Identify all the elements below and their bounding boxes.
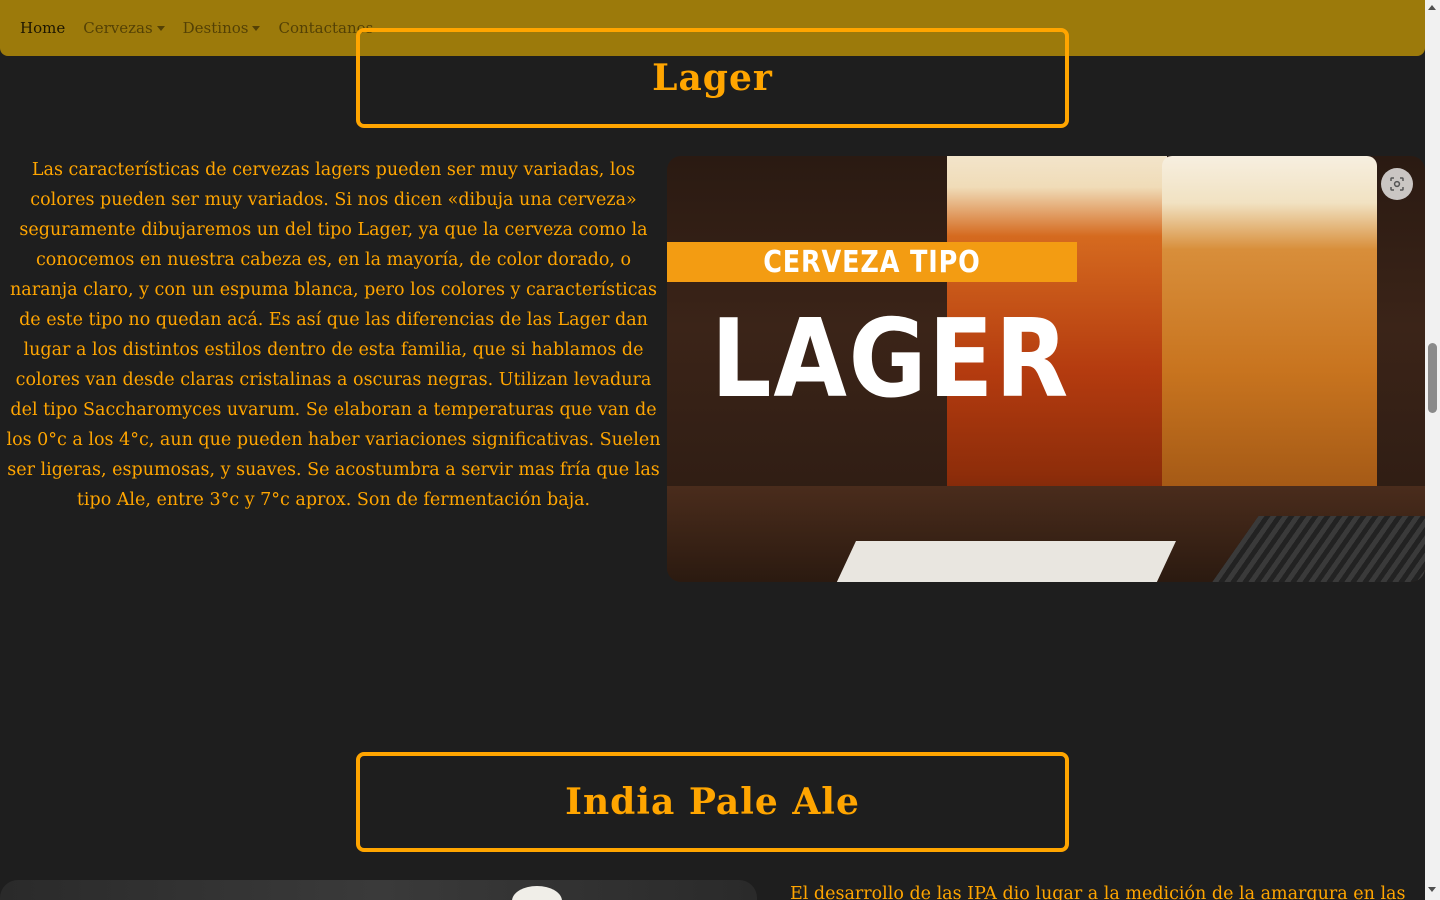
visual-search-icon (1390, 177, 1404, 191)
image-banner-big-text: LAGER (711, 297, 1071, 422)
image-banner-top: CERVEZA TIPO (667, 242, 1077, 282)
visual-search-button[interactable] (1381, 168, 1413, 200)
image-banner-top-text: CERVEZA TIPO (763, 244, 981, 280)
ipa-heading: India Pale Ale (565, 781, 860, 823)
nav-home-link[interactable]: Home (20, 19, 65, 37)
nav-cervezas-dropdown[interactable]: Cervezas (83, 19, 165, 37)
ipa-beer-foam (512, 886, 562, 900)
lager-title-box: Lager (356, 28, 1069, 128)
coaster (828, 541, 1176, 582)
ipa-description: El desarrollo de las IPA dio lugar a la … (790, 884, 1406, 900)
lager-image: CERVEZA TIPO LAGER (667, 156, 1425, 582)
ipa-title-box: India Pale Ale (356, 752, 1069, 852)
nav-destinos-label: Destinos (182, 19, 249, 37)
ipa-image (0, 880, 757, 900)
lager-heading: Lager (652, 57, 773, 99)
page-scrollbar[interactable] (1425, 0, 1440, 900)
nav-cervezas-label: Cervezas (83, 19, 153, 37)
scroll-up-arrow-icon[interactable] (1428, 5, 1436, 10)
caret-down-icon (156, 25, 165, 31)
nav-destinos-dropdown[interactable]: Destinos (183, 19, 261, 37)
scrollbar-thumb[interactable] (1428, 343, 1437, 413)
caret-down-icon (252, 25, 261, 31)
lager-description: Las características de cervezas lagers p… (6, 160, 661, 510)
scroll-down-arrow-icon[interactable] (1428, 887, 1436, 892)
